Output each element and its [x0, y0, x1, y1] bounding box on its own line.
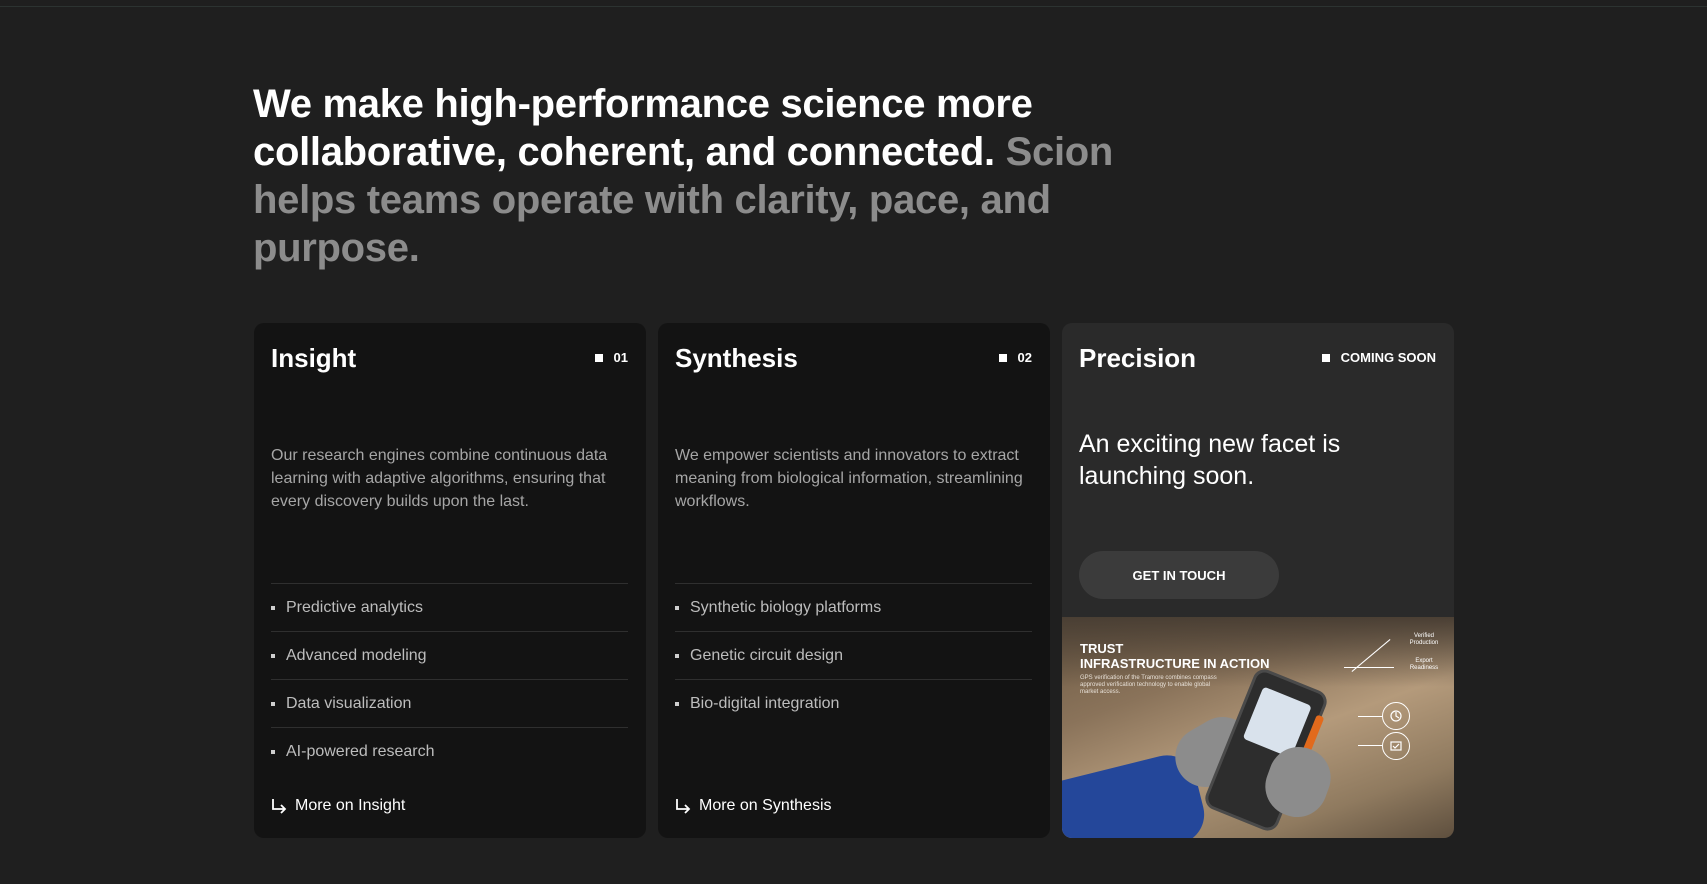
list-item-label: Predictive analytics — [286, 598, 423, 616]
list-item-label: AI-powered research — [286, 742, 435, 760]
list-item: Synthetic biology platforms — [675, 583, 1032, 631]
card-tag: 02 — [998, 350, 1032, 366]
promo-title: TRUST INFRASTRUCTURE IN ACTION — [1080, 641, 1280, 671]
leader-line — [1358, 716, 1382, 717]
return-arrow-icon — [272, 799, 287, 814]
link-label: More on Synthesis — [699, 797, 832, 814]
card-tag: 01 — [594, 350, 628, 366]
list-item: Data visualization — [271, 679, 628, 727]
promo-title-line2: INFRASTRUCTURE IN ACTION — [1080, 656, 1270, 671]
card-title: Precision — [1079, 343, 1197, 373]
bullet-icon — [675, 653, 679, 658]
feature-list: Predictive analytics Advanced modeling D… — [271, 583, 628, 775]
list-item-label: Genetic circuit design — [690, 646, 843, 664]
card-tag-label: 01 — [613, 350, 628, 365]
list-item-label: Advanced modeling — [286, 646, 427, 664]
card-description: Our research engines combine continuous … — [271, 447, 608, 510]
market-access-icon — [1382, 732, 1410, 760]
leader-line — [1344, 667, 1394, 668]
card-tag-label: COMING SOON — [1340, 350, 1436, 365]
hero-lead: We make high-performance science more co… — [253, 82, 1033, 174]
promo-label: Export Readiness — [1409, 658, 1439, 671]
feature-cards: Insight 01 Our research engines combine … — [254, 323, 1454, 838]
more-on-insight-link[interactable]: More on Insight — [271, 797, 405, 815]
more-on-synthesis-link[interactable]: More on Synthesis — [675, 797, 832, 815]
square-icon — [998, 354, 1007, 362]
list-item-label: Data visualization — [286, 694, 412, 712]
return-arrow-icon — [676, 799, 691, 814]
bullet-icon — [675, 605, 679, 610]
bullet-icon — [271, 605, 275, 610]
list-item: AI-powered research — [271, 727, 628, 775]
feature-list: Synthetic biology platforms Genetic circ… — [675, 583, 1032, 727]
card-title: Insight — [271, 343, 357, 373]
hero-headline: We make high-performance science more co… — [253, 80, 1213, 272]
list-item: Advanced modeling — [271, 631, 628, 679]
promo-title-line1: TRUST — [1080, 641, 1124, 656]
list-item: Bio-digital integration — [675, 679, 1032, 727]
scale-icon — [1382, 702, 1410, 730]
bullet-icon — [271, 701, 275, 706]
bullet-icon — [271, 749, 275, 754]
list-item-label: Synthetic biology platforms — [690, 598, 882, 616]
promo-image: TRUST INFRASTRUCTURE IN ACTION GPS verif… — [1062, 617, 1454, 838]
card-precision: Precision COMING SOON An exciting new fa… — [1062, 323, 1454, 838]
launch-announcement: An exciting new facet is launching soon. — [1079, 430, 1341, 490]
leader-line — [1358, 745, 1382, 746]
promo-subtitle: GPS verification of the Tramore combines… — [1080, 675, 1217, 695]
square-icon — [594, 354, 603, 362]
promo-label: Verified Production — [1409, 633, 1439, 646]
list-item: Genetic circuit design — [675, 631, 1032, 679]
link-label: More on Insight — [295, 797, 406, 814]
bullet-icon — [675, 701, 679, 706]
top-divider — [0, 6, 1707, 7]
list-item-label: Bio-digital integration — [690, 694, 840, 712]
card-tag: COMING SOON — [1321, 350, 1436, 366]
square-icon — [1321, 354, 1330, 362]
card-title: Synthesis — [675, 343, 798, 373]
card-description: We empower scientists and innovators to … — [675, 447, 1023, 510]
list-item: Predictive analytics — [271, 583, 628, 631]
get-in-touch-button[interactable]: GET IN TOUCH — [1079, 551, 1279, 599]
card-synthesis: Synthesis 02 We empower scientists and i… — [658, 323, 1050, 838]
card-tag-label: 02 — [1017, 350, 1032, 365]
bullet-icon — [271, 653, 275, 658]
card-insight: Insight 01 Our research engines combine … — [254, 323, 646, 838]
